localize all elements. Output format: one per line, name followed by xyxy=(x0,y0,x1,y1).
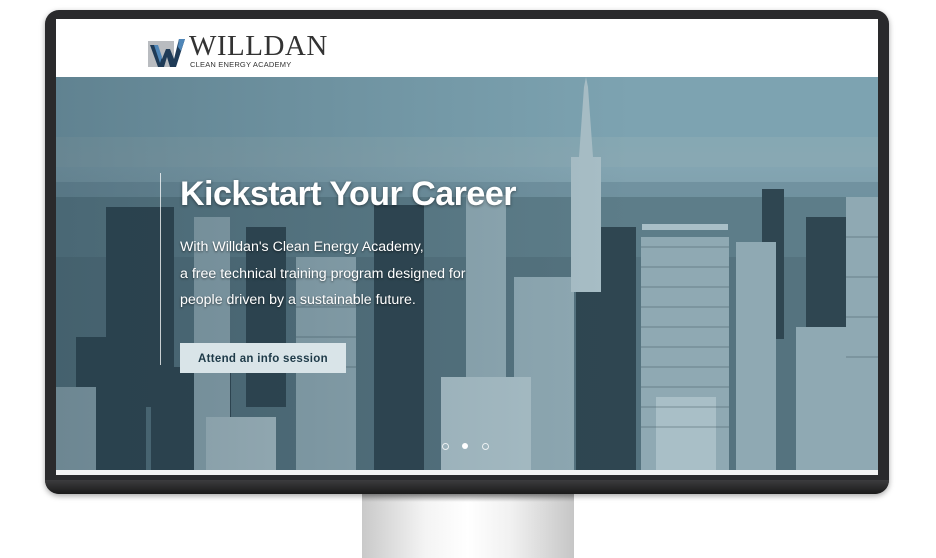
hero-description-line: people driven by a sustainable future. xyxy=(180,292,416,308)
willdan-logo[interactable]: WILLDAN CLEAN ENERGY ACADEMY xyxy=(148,27,327,71)
willdan-w-logo-icon xyxy=(148,39,185,67)
logo-name: WILLDAN xyxy=(189,30,328,62)
carousel-dot-2[interactable] xyxy=(462,443,468,449)
hero-description-line: a free technical training program design… xyxy=(180,265,466,282)
hero-description-line: With Willdan's Clean Energy Academy, xyxy=(180,239,424,255)
carousel-dot-3[interactable] xyxy=(482,443,489,450)
website-screen: WILLDAN CLEAN ENERGY ACADEMY Kickstart Y… xyxy=(56,19,878,475)
attend-info-session-button[interactable]: Attend an info session xyxy=(180,343,346,373)
hero-description: With Willdan's Clean Energy Academy, a f… xyxy=(180,234,540,314)
page-below-hero xyxy=(56,470,878,475)
carousel-dot-1[interactable] xyxy=(442,443,449,450)
site-header: WILLDAN CLEAN ENERGY ACADEMY xyxy=(56,19,878,77)
logo-subtitle: CLEAN ENERGY ACADEMY xyxy=(190,60,292,69)
monitor-frame: WILLDAN CLEAN ENERGY ACADEMY Kickstart Y… xyxy=(45,10,889,494)
hero-title: Kickstart Your Career xyxy=(180,175,516,213)
carousel-dots xyxy=(442,443,492,453)
hero-divider-line xyxy=(160,173,161,365)
monitor-bezel xyxy=(45,480,889,494)
hero-banner: Kickstart Your Career With Willdan's Cle… xyxy=(56,77,878,470)
